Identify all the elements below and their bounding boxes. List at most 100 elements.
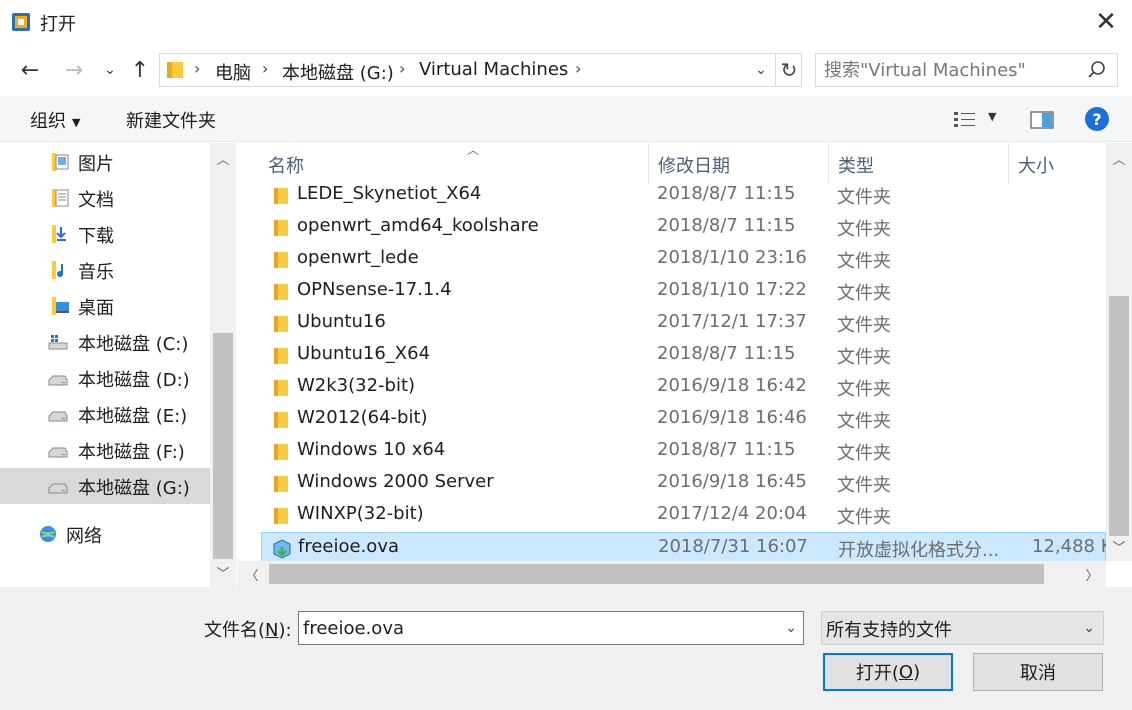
- view-options-icon[interactable]: [953, 110, 977, 130]
- breadcrumb-this-pc[interactable]: 电脑: [215, 59, 251, 85]
- file-row[interactable]: openwrt_amd64_koolshare 2018/8/7 11:15 文件夹: [261, 212, 1106, 244]
- file-type-select[interactable]: 所有支持的文件 ⌄: [821, 611, 1104, 645]
- file-name: W2k3(32-bit): [297, 375, 416, 396]
- sidebar-item-label: 本地磁盘 (C:): [78, 334, 189, 355]
- network-icon: [40, 526, 56, 542]
- file-row[interactable]: openwrt_lede 2018/1/10 23:16 文件夹: [261, 244, 1106, 276]
- address-bar[interactable]: › 电脑 › 本地磁盘 (G:) › Virtual Machines › ⌄ …: [159, 53, 802, 87]
- file-row[interactable]: freeioe.ova 2018/7/31 16:07 开放虚拟化格式分... 12,…: [261, 532, 1113, 564]
- drive-icon: [48, 375, 68, 386]
- up-button[interactable]: ↑: [126, 56, 154, 84]
- folder-icon: [274, 284, 288, 300]
- scroll-down-icon[interactable]: ﹀: [210, 559, 236, 585]
- file-date: 2017/12/4 20:04: [657, 503, 807, 524]
- file-date: 2016/9/18 16:42: [657, 375, 807, 396]
- scroll-right-icon[interactable]: 〉: [1079, 561, 1105, 587]
- organize-label: 组织: [30, 111, 66, 132]
- sidebar-item-drive-e[interactable]: 本地磁盘 (E:): [0, 396, 210, 432]
- sidebar-item-pictures[interactable]: 图片: [0, 144, 210, 180]
- music-icon: [52, 261, 63, 279]
- search-icon[interactable]: [1087, 60, 1107, 80]
- file-list-vertical-scrollbar[interactable]: ︿ ﹀: [1106, 143, 1132, 561]
- filename-input[interactable]: [303, 616, 773, 640]
- folder-icon: [274, 316, 288, 332]
- breadcrumb-virtual-machines[interactable]: Virtual Machines: [419, 59, 568, 80]
- help-icon[interactable]: ?: [1085, 107, 1109, 131]
- cancel-button[interactable]: 取消: [973, 653, 1103, 691]
- file-type: 文件夹: [837, 379, 891, 400]
- column-header-name[interactable]: ︿ 名称: [258, 143, 658, 183]
- file-row[interactable]: W2012(64-bit) 2016/9/18 16:46 文件夹: [261, 404, 1106, 436]
- file-date: 2018/1/10 17:22: [657, 279, 807, 300]
- column-header-size[interactable]: 大小: [1008, 143, 1106, 183]
- file-date: 2018/8/7 11:15: [657, 439, 796, 460]
- sidebar-scrollbar[interactable]: ︿ ﹀: [210, 143, 236, 587]
- sidebar-item-downloads[interactable]: 下载: [0, 216, 210, 252]
- sidebar-item-drive-d[interactable]: 本地磁盘 (D:): [0, 360, 210, 396]
- file-name: Windows 2000 Server: [297, 471, 494, 492]
- sidebar-item-drive-f[interactable]: 本地磁盘 (F:): [0, 432, 210, 468]
- file-row[interactable]: Windows 10 x64 2018/8/7 11:15 文件夹: [261, 436, 1106, 468]
- search-input[interactable]: [824, 58, 1084, 82]
- caret-down-icon: ▼: [72, 115, 81, 129]
- search-box[interactable]: [815, 53, 1118, 87]
- file-row[interactable]: OPNsense-17.1.4 2018/1/10 17:22 文件夹: [261, 276, 1106, 308]
- breadcrumb-drive-g[interactable]: 本地磁盘 (G:): [282, 59, 394, 85]
- chevron-down-icon: ⌄: [1083, 620, 1095, 636]
- open-label: 打开(: [855, 663, 899, 684]
- forward-button[interactable]: →: [60, 56, 88, 84]
- scroll-left-icon[interactable]: 〈: [239, 561, 265, 587]
- new-folder-button[interactable]: 新建文件夹: [126, 107, 216, 133]
- sidebar-item-drive-g[interactable]: 本地磁盘 (G:): [0, 468, 210, 504]
- scroll-down-icon[interactable]: ﹀: [1106, 533, 1132, 559]
- file-type: 文件夹: [837, 507, 891, 528]
- sidebar-item-desktop[interactable]: 桌面: [0, 288, 210, 324]
- scroll-up-icon[interactable]: ︿: [210, 145, 236, 171]
- drive-icon: [48, 483, 68, 494]
- address-history-button[interactable]: ⌄: [747, 54, 775, 86]
- file-name: Ubuntu16_X64: [297, 343, 431, 364]
- vertical-scroll-thumb[interactable]: [1109, 296, 1129, 536]
- breadcrumb-separator: ›: [194, 59, 201, 78]
- ova-package-icon: [273, 539, 291, 559]
- documents-icon: [52, 189, 69, 207]
- column-label: 大小: [1018, 156, 1054, 177]
- file-row[interactable]: WINXP(32-bit) 2017/12/4 20:04 文件夹: [261, 500, 1106, 532]
- horizontal-scroll-thumb[interactable]: [269, 564, 1044, 584]
- file-row[interactable]: Windows 2000 Server 2016/9/18 16:45 文件夹: [261, 468, 1106, 500]
- file-row[interactable]: Ubuntu16 2017/12/1 17:37 文件夹: [261, 308, 1106, 340]
- file-row[interactable]: W2k3(32-bit) 2016/9/18 16:42 文件夹: [261, 372, 1106, 404]
- file-row[interactable]: Ubuntu16_X64 2018/8/7 11:15 文件夹: [261, 340, 1106, 372]
- column-label: 名称: [268, 156, 304, 177]
- chevron-down-icon[interactable]: ⌄: [785, 620, 797, 636]
- file-date: 2018/1/10 23:16: [657, 247, 807, 268]
- sidebar-item-music[interactable]: 音乐: [0, 252, 210, 288]
- recent-locations-button[interactable]: ⌄: [96, 56, 124, 84]
- back-button[interactable]: ←: [16, 56, 44, 84]
- scroll-up-icon[interactable]: ︿: [1106, 145, 1132, 171]
- view-options-caret-icon[interactable]: ▼: [988, 110, 996, 123]
- preview-pane-icon[interactable]: [1030, 110, 1054, 130]
- folder-icon: [274, 220, 288, 236]
- sidebar-item-label: 桌面: [78, 298, 114, 319]
- file-date: 2016/9/18 16:45: [657, 471, 807, 492]
- file-name: Ubuntu16: [297, 311, 386, 332]
- filename-combobox[interactable]: ⌄: [298, 611, 804, 645]
- sidebar-item-network[interactable]: 网络: [0, 516, 210, 552]
- column-header-type[interactable]: 类型: [828, 143, 1008, 183]
- file-date: 2017/12/1 17:37: [657, 311, 807, 332]
- open-button[interactable]: 打开(O): [823, 653, 953, 691]
- file-type: 文件夹: [837, 219, 891, 240]
- file-list-horizontal-scrollbar[interactable]: 〈 〉: [237, 561, 1106, 587]
- column-header-date[interactable]: 修改日期: [648, 143, 828, 183]
- refresh-button[interactable]: ↻: [775, 54, 802, 86]
- file-row[interactable]: LEDE_Skynetiot_X64 2018/8/7 11:15 文件夹: [261, 180, 1106, 212]
- sidebar-item-documents[interactable]: 文档: [0, 180, 210, 216]
- close-button[interactable]: ✕: [1080, 0, 1132, 44]
- sidebar-item-drive-c[interactable]: 本地磁盘 (C:): [0, 324, 210, 360]
- sidebar-scroll-thumb[interactable]: [213, 333, 233, 559]
- organize-button[interactable]: 组织 ▼: [30, 107, 80, 133]
- file-name: openwrt_amd64_koolshare: [297, 215, 539, 236]
- file-date: 2018/8/7 11:15: [657, 183, 796, 204]
- file-date: 2018/8/7 11:15: [657, 343, 796, 364]
